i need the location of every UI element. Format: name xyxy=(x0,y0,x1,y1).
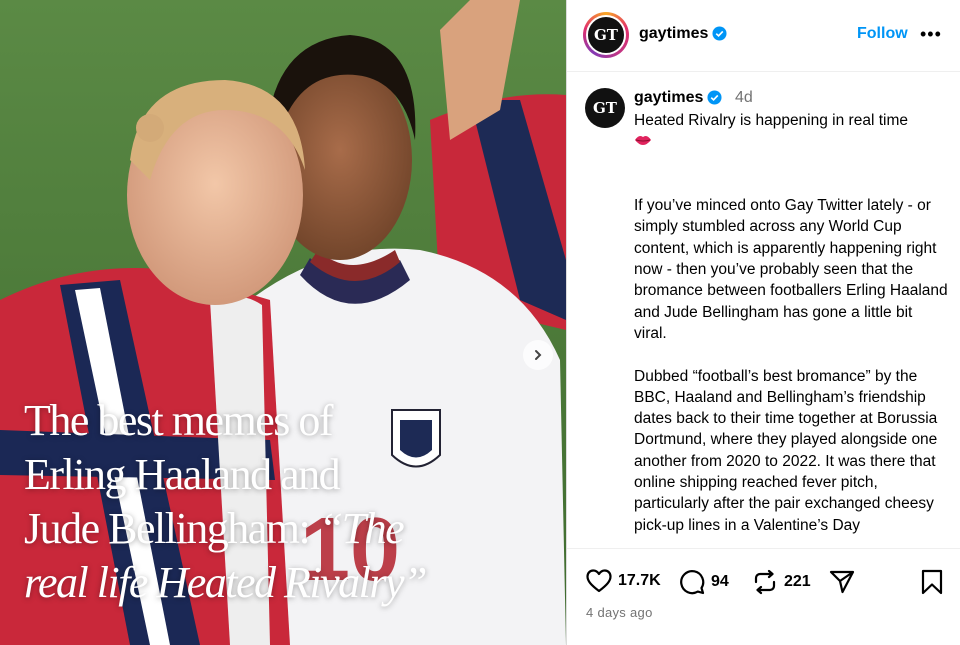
verified-badge-icon xyxy=(707,90,722,105)
like-count: 17.7K xyxy=(618,572,661,589)
comment-count: 94 xyxy=(711,573,729,590)
post-actions-bar: 17.7K 94 221 4 days ago xyxy=(567,548,960,645)
next-slide-button[interactable] xyxy=(523,340,553,370)
username-link[interactable]: gaytimes xyxy=(639,25,727,43)
caption-avatar[interactable]: GT xyxy=(585,88,625,128)
avatar: GT xyxy=(586,15,626,55)
repost-icon xyxy=(754,569,776,595)
repost-button[interactable]: 221 xyxy=(752,569,811,595)
avatar-story-ring[interactable]: GT xyxy=(583,12,629,58)
post-age[interactable]: 4d xyxy=(735,89,753,107)
heart-icon xyxy=(586,569,612,593)
post-date[interactable]: 4 days ago xyxy=(586,605,653,620)
bookmark-icon xyxy=(921,569,943,595)
verified-badge-icon xyxy=(712,26,727,41)
comment-icon xyxy=(680,570,705,595)
caption-quote: real life Heated Rivalry” xyxy=(24,558,427,607)
save-button[interactable] xyxy=(921,569,943,595)
lips-emoji-icon xyxy=(635,136,651,145)
username: gaytimes xyxy=(639,25,709,42)
caption-text: Heated Rivalry is happening in real time… xyxy=(634,112,948,534)
caption-username: gaytimes xyxy=(634,89,704,106)
comment-button[interactable]: 94 xyxy=(679,569,729,595)
more-options-icon[interactable]: ••• xyxy=(920,25,942,43)
post-header: GT gaytimes Follow ••• xyxy=(567,0,960,72)
caption-quote: “The xyxy=(318,504,405,553)
chevron-right-icon xyxy=(535,350,542,360)
caption-username-link[interactable]: gaytimes xyxy=(634,89,722,107)
share-button[interactable] xyxy=(829,569,855,595)
repost-count: 221 xyxy=(784,573,811,590)
post-media[interactable]: 10 The best memes of Erling Haaland and … xyxy=(0,0,566,645)
post-side-panel: GT gaytimes Follow ••• GT gaytimes 4d He… xyxy=(566,0,960,645)
caption-line: The best memes of xyxy=(24,396,334,445)
caption-line: Jude Bellingham: xyxy=(24,504,319,553)
comments-scroll-area[interactable]: GT gaytimes 4d Heated Rivalry is happeni… xyxy=(567,72,960,548)
follow-button[interactable]: Follow xyxy=(857,25,908,43)
caption-line: Erling Haaland and xyxy=(24,450,341,499)
like-button[interactable]: 17.7K xyxy=(586,569,661,593)
send-icon xyxy=(829,570,855,594)
media-caption: The best memes of Erling Haaland and Jud… xyxy=(24,394,544,610)
